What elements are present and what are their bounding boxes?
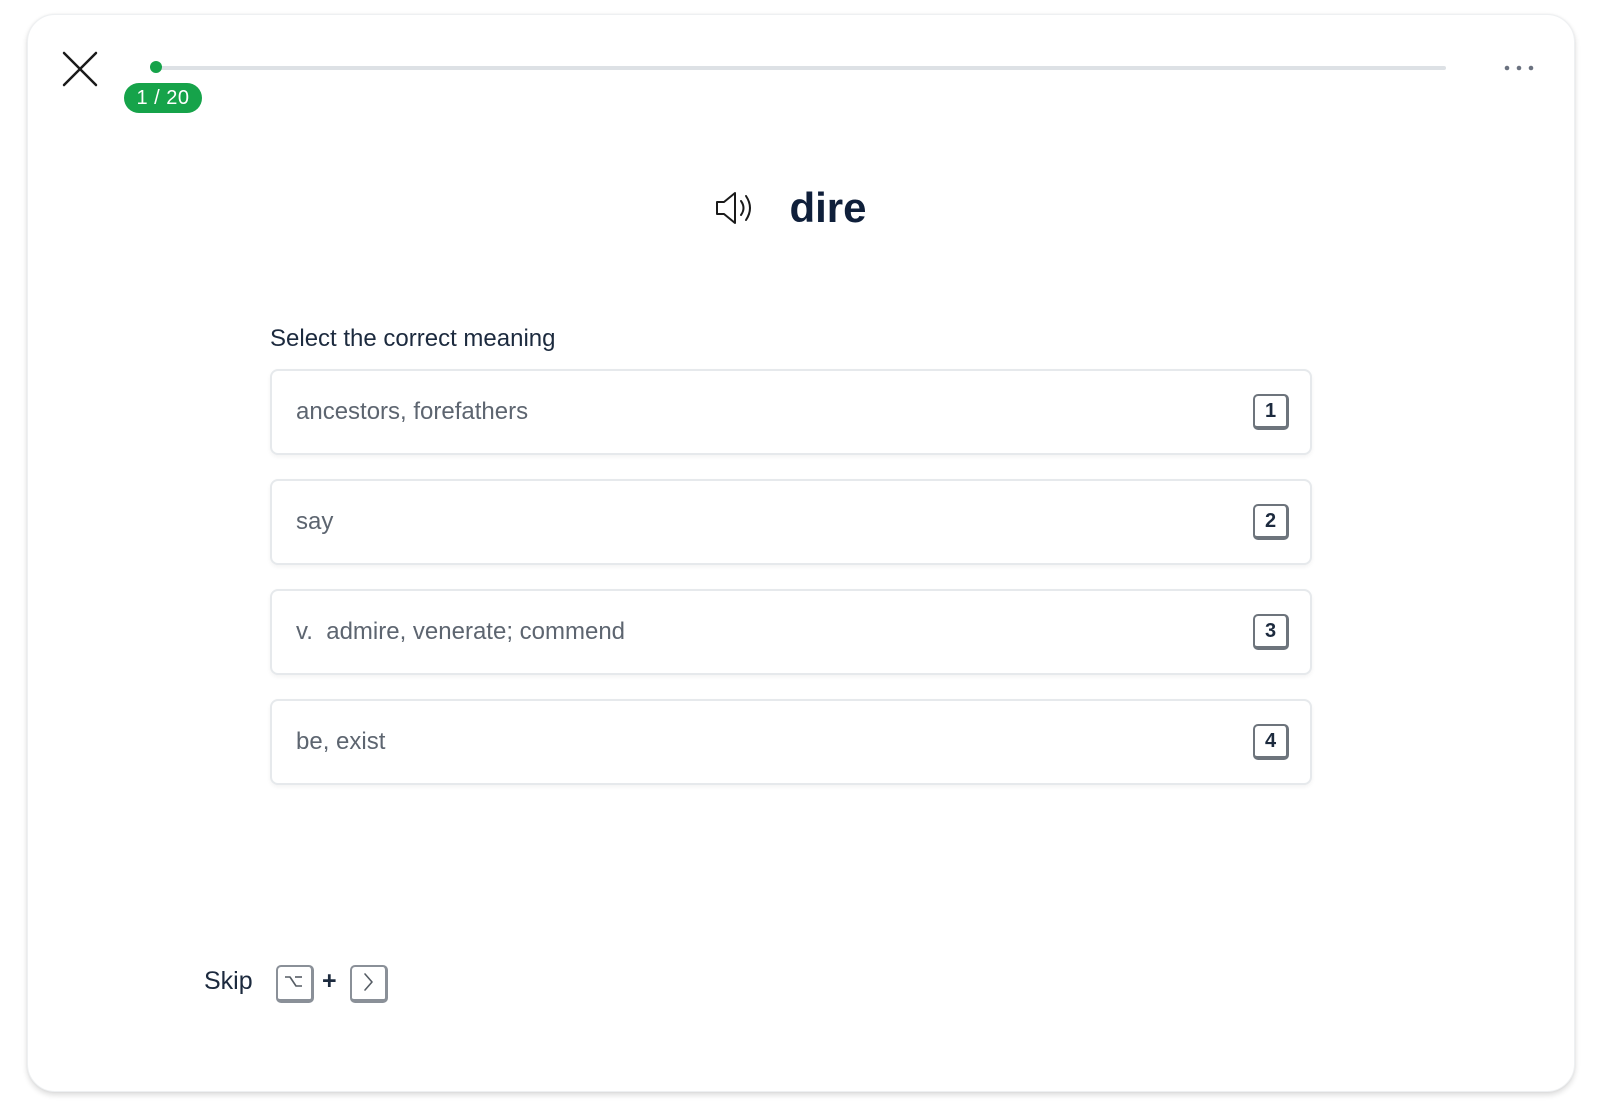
chevron-right-icon (364, 973, 373, 991)
close-icon (62, 51, 98, 87)
play-audio-button[interactable] (713, 188, 759, 228)
answer-option-1[interactable]: ancestors, forefathers 1 (270, 369, 1312, 455)
keyboard-shortcut-badge: 2 (1253, 504, 1289, 540)
quiz-card: 1 / 20 dire Select the correct meaning a… (27, 14, 1575, 1092)
answer-option-text: be, exist (296, 728, 386, 755)
keyboard-shortcut-badge: 4 (1253, 724, 1289, 760)
answer-option-text: ancestors, forefathers (296, 398, 529, 425)
answer-option-4[interactable]: be, exist 4 (270, 699, 1312, 785)
answer-option-3[interactable]: v. admire, venerate; commend 3 (270, 589, 1312, 675)
option-key-icon (285, 976, 302, 987)
skip-button[interactable]: Skip (204, 967, 253, 996)
keyboard-shortcut-badge: 1 (1253, 394, 1289, 430)
vocabulary-word: dire (789, 184, 867, 231)
progress-counter: 1 / 20 (124, 83, 202, 113)
shortcut-plus: + (322, 967, 337, 995)
more-options-button[interactable] (1502, 55, 1538, 79)
close-button[interactable] (62, 51, 98, 87)
speaker-icon (716, 192, 752, 224)
progress-indicator (150, 61, 162, 73)
answer-option-2[interactable]: say 2 (270, 479, 1312, 565)
option-key-badge (276, 965, 314, 1003)
question-prompt: Select the correct meaning (270, 325, 556, 352)
arrow-key-badge (350, 965, 388, 1003)
more-horizontal-icon (1504, 65, 1534, 71)
keyboard-shortcut-badge: 3 (1253, 614, 1289, 650)
answer-option-text: v. admire, venerate; commend (296, 618, 626, 645)
progress-track (156, 66, 1446, 70)
answer-option-text: say (296, 508, 334, 535)
word-header: dire (28, 173, 1574, 243)
